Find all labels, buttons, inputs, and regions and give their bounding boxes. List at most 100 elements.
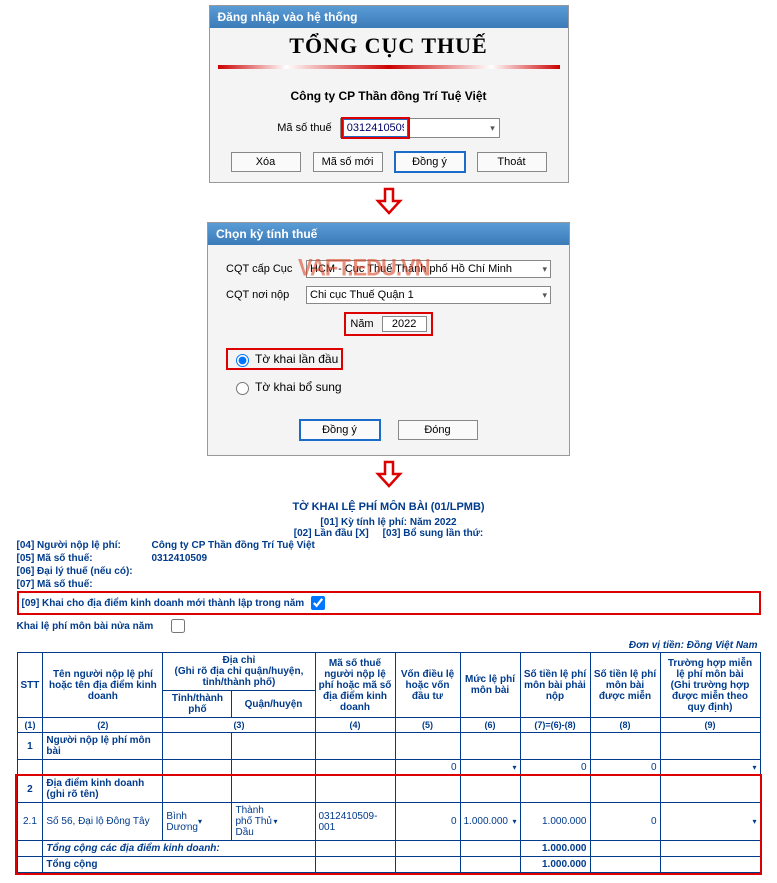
chevron-down-icon: ▾ (542, 290, 547, 301)
cell-name: Người nộp lệ phí môn bài (43, 733, 163, 760)
col-mien: Số tiền lệ phí môn bài được miễn (590, 653, 660, 718)
table-row: 2 Địa điểm kinh doanh (ghi rõ tên) (17, 776, 760, 803)
agree-button[interactable]: Đồng ý (300, 420, 380, 440)
cell-name: Địa điểm kinh doanh (ghi rõ tên) (43, 776, 163, 803)
decorative-bar (218, 65, 560, 69)
cell-muc[interactable]: 1.000.000▾ (460, 803, 520, 841)
new-location-checkbox[interactable] (311, 596, 325, 610)
col-tinh: Tỉnh/thành phố (163, 691, 232, 718)
dropdown-icon: ▾ (752, 817, 756, 826)
tax-id-combo[interactable]: ▾ (340, 118, 500, 138)
cell-th[interactable]: ▾ (660, 760, 760, 776)
first-declaration-label: Tờ khai lần đầu (255, 352, 338, 366)
supplement-declaration-label: Tờ khai bổ sung (255, 380, 342, 394)
period-window: Chọn kỳ tính thuế VAFT.EDU.VN CQT cấp Cụ… (207, 222, 570, 456)
form-title: TỜ KHAI LỆ PHÍ MÔN BÀI (01/LPMB) (17, 495, 761, 517)
exit-button[interactable]: Thoát (477, 152, 547, 172)
form-meta2: [02] Lần đầu [X] [03] Bổ sung lần thứ: (17, 528, 761, 539)
table-header-row-1: STT Tên người nộp lệ phí hoặc tên địa đi… (17, 653, 760, 691)
half-year-row: Khai lệ phí môn bài nửa năm (17, 615, 761, 637)
cell-phainop: 1.000.000 (520, 803, 590, 841)
cell-phainop: 0 (520, 760, 590, 776)
supplement-declaration-row[interactable]: Tờ khai bổ sung (226, 376, 551, 398)
chevron-down-icon: ▾ (542, 264, 547, 275)
cell-von[interactable]: 0 (395, 760, 460, 776)
currency-unit: Đơn vị tiền: Đồng Việt Nam (17, 637, 761, 652)
cqt-noi-value: Chi cục Thuế Quận 1 (310, 289, 414, 301)
year-label: Năm (350, 318, 373, 330)
table-row-total: Tổng cộng 1.000.000 (17, 857, 760, 873)
payer-label: [04] Người nộp lệ phí: (17, 540, 152, 551)
taxid-value: 0312410509 (152, 553, 208, 564)
subtotal-value: 1.000.000 (520, 841, 590, 857)
col-ten: Tên người nộp lệ phí hoặc tên địa điểm k… (43, 653, 163, 718)
first-declaration-radio[interactable] (236, 354, 249, 367)
new-location-row: [09] Khai cho địa điểm kinh doanh mới th… (17, 591, 761, 615)
cell-tinh[interactable]: Bình Dương▾ (163, 803, 232, 841)
agent-label: [06] Đại lý thuế (nếu có): (17, 566, 133, 577)
first-time-indicator: [02] Lần đầu [X] (294, 528, 369, 539)
cell-stt: 2.1 (17, 803, 43, 841)
arrow-down-icon (0, 460, 777, 491)
chevron-down-icon[interactable]: ▾ (486, 123, 499, 134)
col-stt: STT (17, 653, 43, 718)
agency-name: TỔNG CỤC THUẾ (210, 33, 568, 59)
supplement-declaration-radio[interactable] (236, 382, 249, 395)
year-box: Năm (344, 312, 432, 336)
half-year-checkbox[interactable] (171, 619, 185, 633)
tax-id-row: Mã số thuế ▾ (210, 118, 568, 152)
cqt-cap-select[interactable]: HCM - Cục Thuế Thành phố Hồ Chí Minh ▾ (306, 260, 551, 278)
cell-th[interactable]: ▾ (660, 803, 760, 841)
total-label: Tổng cộng (43, 857, 315, 873)
dropdown-icon: ▾ (508, 817, 517, 826)
agree-button[interactable]: Đồng ý (395, 152, 465, 172)
cell-muc[interactable]: ▾ (460, 760, 520, 776)
tax-id-label: Mã số thuế (277, 122, 331, 134)
cell-stt: 2 (17, 776, 43, 803)
col-mst: Mã số thuế người nộp lệ phí hoặc mã số đ… (315, 653, 395, 718)
col-von: Vốn điều lệ hoặc vốn đầu tư (395, 653, 460, 718)
supplement-indicator: [03] Bổ sung lần thứ: (383, 528, 484, 539)
col-address: Địa chỉ (Ghi rõ địa chỉ quận/huyện, tỉnh… (163, 653, 315, 691)
agent-taxid-label: [07] Mã số thuế: (17, 579, 152, 590)
cell-stt: 1 (17, 733, 43, 760)
form-period: [01] Kỳ tính lệ phí: Năm 2022 (17, 517, 761, 528)
cell-huyen[interactable]: Thành phố Thủ Dầu▾ (232, 803, 315, 841)
column-number-row: (1) (2) (3) (4) (5) (6) (7)=(6)-(8) (8) … (17, 718, 760, 733)
cell-von[interactable]: 0 (395, 803, 460, 841)
total-value: 1.000.000 (520, 857, 590, 873)
dropdown-icon: ▾ (273, 817, 311, 826)
cell-mien: 0 (590, 803, 660, 841)
cqt-cap-value: HCM - Cục Thuế Thành phố Hồ Chí Minh (310, 263, 512, 275)
year-input[interactable] (382, 316, 427, 332)
dropdown-icon: ▾ (198, 817, 228, 826)
cqt-noi-select[interactable]: Chi cục Thuế Quận 1 ▾ (306, 286, 551, 304)
subtotal-label: Tổng cộng các địa điểm kinh doanh: (43, 841, 315, 857)
close-button[interactable]: Đóng (398, 420, 478, 440)
table-row-subtotal: Tổng cộng các địa điểm kinh doanh: 1.000… (17, 841, 760, 857)
arrow-down-icon (0, 187, 777, 218)
declaration-form: TỜ KHAI LỆ PHÍ MÔN BÀI (01/LPMB) [01] Kỳ… (9, 495, 769, 883)
new-id-button[interactable]: Mã số mới (313, 152, 383, 172)
clear-button[interactable]: Xóa (231, 152, 301, 172)
taxid-label: [05] Mã số thuế: (17, 553, 152, 564)
login-buttons: Xóa Mã số mới Đồng ý Thoát (210, 152, 568, 182)
cqt-cap-label: CQT cấp Cục (226, 263, 306, 275)
first-declaration-row[interactable]: Tờ khai lần đầu (226, 348, 343, 370)
cell-mien: 0 (590, 760, 660, 776)
company-name: Công ty CP Thần đồng Trí Tuệ Việt (210, 79, 568, 118)
cell-name[interactable]: Số 56, Đại lộ Đông Tây (43, 803, 163, 841)
fee-table: STT Tên người nộp lệ phí hoặc tên địa đi… (17, 652, 761, 873)
agency-heading: TỔNG CỤC THUẾ (210, 28, 568, 61)
half-year-label: Khai lệ phí môn bài nửa năm (17, 621, 167, 632)
payer-value: Công ty CP Thần đồng Trí Tuệ Việt (152, 540, 315, 551)
cell-mst[interactable]: 0312410509-001 (315, 803, 395, 841)
dropdown-icon[interactable]: ▾ (752, 763, 756, 772)
login-window: Đăng nhập vào hệ thống TỔNG CỤC THUẾ Côn… (209, 5, 569, 183)
col-huyen: Quận/huyện (232, 691, 315, 718)
tax-id-input[interactable] (343, 119, 408, 137)
table-row: 0 ▾ 0 0 ▾ (17, 760, 760, 776)
table-row: 1 Người nộp lệ phí môn bài (17, 733, 760, 760)
dropdown-icon[interactable]: ▾ (512, 763, 516, 772)
login-titlebar: Đăng nhập vào hệ thống (210, 6, 568, 28)
